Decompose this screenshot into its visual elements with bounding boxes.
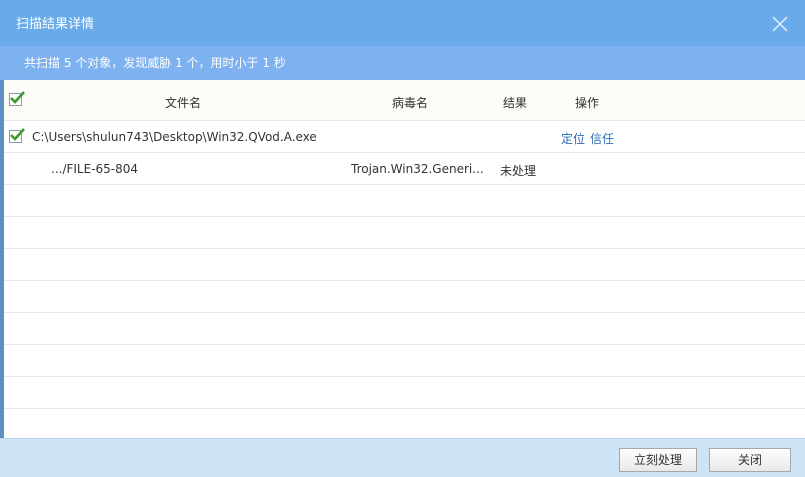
column-header-action: 操作 — [575, 96, 600, 110]
column-header-filename: 文件名 — [165, 96, 202, 110]
table-row-empty — [4, 345, 805, 377]
trust-link[interactable]: 信任 — [590, 130, 614, 147]
results-table: 文件名 病毒名 结果 操作 C:\Users\shulun743\Desktop… — [4, 80, 805, 438]
close-button[interactable]: 关闭 — [709, 448, 791, 472]
check-icon — [10, 128, 25, 141]
scan-summary-bar: 共扫描 5 个对象，发现威胁 1 个，用时小于 1 秒 — [0, 46, 805, 80]
select-all-checkbox[interactable] — [9, 91, 25, 106]
process-now-button[interactable]: 立刻处理 — [619, 448, 697, 472]
scan-summary-text: 共扫描 5 个对象，发现威胁 1 个，用时小于 1 秒 — [24, 56, 286, 70]
threat-virus-name: Trojan.Win32.Generi... — [351, 162, 484, 176]
table-row-threat: .../FILE-65-804 Trojan.Win32.Generi... 未… — [4, 153, 805, 185]
column-header-result: 结果 — [503, 96, 528, 110]
dialog-title: 扫描结果详情 — [16, 17, 95, 32]
table-row-empty — [4, 313, 805, 345]
scan-result-dialog: 扫描结果详情 共扫描 5 个对象，发现威胁 1 个，用时小于 1 秒 文件名 病… — [0, 0, 805, 477]
table-row-empty — [4, 249, 805, 281]
threat-item-name: .../FILE-65-804 — [51, 162, 139, 176]
threat-status: 未处理 — [500, 164, 537, 178]
table-row-empty — [4, 377, 805, 409]
column-header-virus-name: 病毒名 — [392, 96, 429, 110]
table-row-empty — [4, 281, 805, 313]
table-header: 文件名 病毒名 结果 操作 — [4, 80, 805, 121]
file-row-checkbox[interactable] — [9, 128, 25, 143]
dialog-footer: 立刻处理 关闭 — [0, 438, 805, 477]
locate-link[interactable]: 定位 — [561, 130, 585, 147]
title-bar: 扫描结果详情 — [0, 0, 805, 46]
table-row-empty — [4, 217, 805, 249]
check-icon — [10, 91, 25, 104]
close-icon[interactable] — [768, 12, 792, 36]
table-row-file: C:\Users\shulun743\Desktop\Win32.QVod.A.… — [4, 121, 805, 153]
table-row-empty — [4, 185, 805, 217]
file-path: C:\Users\shulun743\Desktop\Win32.QVod.A.… — [32, 130, 317, 144]
